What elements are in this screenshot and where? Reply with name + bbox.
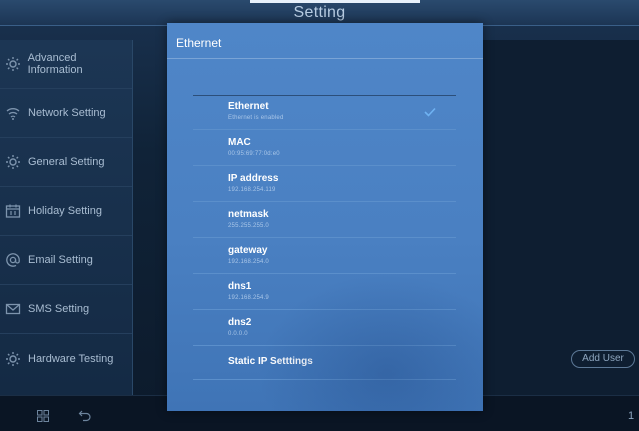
row-label: Ethernet — [228, 101, 269, 112]
gear-icon — [4, 55, 22, 73]
sidebar-item-general-setting[interactable]: General Setting — [0, 138, 132, 187]
gateway-row: gateway 192.168.254.0 — [193, 240, 456, 274]
sidebar-item-label: Network Setting — [28, 107, 106, 119]
sidebar-item-label: Advanced Information — [27, 52, 83, 76]
row-label: gateway — [228, 245, 268, 256]
row-value: 255.255.255.0 — [228, 223, 269, 229]
gear-icon — [4, 153, 22, 171]
checkmark-icon[interactable] — [424, 104, 436, 117]
dns1-row: dns1 192.168.254.9 — [193, 276, 456, 310]
row-value: Ethernet is enabled — [228, 115, 284, 121]
page-number: 1 — [628, 410, 635, 422]
back-icon[interactable] — [78, 408, 92, 422]
wifi-icon — [4, 104, 22, 122]
sidebar-item-label: Email Setting — [28, 254, 93, 266]
row-label: dns1 — [228, 281, 252, 292]
sidebar-item-label: SMS Setting — [28, 303, 90, 315]
netmask-row: netmask 255.255.255.0 — [193, 204, 456, 238]
settings-sidebar: Advanced Information Network Setting Gen… — [0, 40, 133, 395]
dialog-title: Ethernet — [176, 36, 222, 50]
calendar-icon — [4, 202, 22, 220]
row-value: 00:95:69:77:0d:e0 — [228, 151, 280, 157]
row-value: 0.0.0.0 — [228, 331, 248, 337]
sidebar-item-label: Hardware Testing — [28, 352, 114, 365]
row-value: 192.168.254.0 — [228, 259, 269, 265]
sidebar-item-hardware-testing[interactable]: Hardware Testing — [0, 334, 132, 383]
header-highlight — [250, 0, 420, 3]
ethernet-dialog: Ethernet Ethernet Ethernet is enabled MA… — [167, 23, 483, 411]
sidebar-item-advanced-information[interactable]: Advanced Information — [0, 40, 132, 89]
sidebar-item-sms-setting[interactable]: SMS Setting — [0, 285, 132, 334]
static-ip-divider — [193, 379, 456, 380]
dialog-title-divider — [167, 58, 483, 59]
dns2-row: dns2 0.0.0.0 — [193, 312, 456, 346]
mac-row: MAC 00:95:69:77:0d:e0 — [193, 132, 456, 166]
grid-menu-icon[interactable] — [37, 409, 49, 422]
sidebar-item-network-setting[interactable]: Network Setting — [0, 89, 132, 138]
row-value: 192.168.254.9 — [228, 295, 269, 301]
add-user-button[interactable]: Add User — [571, 350, 635, 368]
app-title: Setting — [293, 4, 346, 21]
row-label: IP address — [228, 173, 279, 184]
right-content-panel — [482, 40, 639, 395]
sidebar-item-email-setting[interactable]: Email Setting — [0, 236, 132, 285]
ip-address-row: IP address 192.168.254.119 — [193, 168, 456, 202]
envelope-icon — [4, 300, 22, 318]
row-label: netmask — [228, 209, 269, 220]
sidebar-item-holiday-setting[interactable]: Holiday Setting — [0, 187, 132, 236]
sidebar-item-label: General Setting — [28, 156, 105, 168]
gear-icon — [4, 350, 22, 368]
row-value: 192.168.254.119 — [228, 187, 276, 193]
sidebar-item-label: Holiday Setting — [28, 205, 102, 217]
static-ip-settings-button[interactable]: Static IP Setttings — [228, 356, 313, 367]
at-icon — [4, 251, 22, 269]
ethernet-toggle-row[interactable]: Ethernet Ethernet is enabled — [193, 96, 456, 130]
row-label: dns2 — [228, 317, 252, 328]
row-label: MAC — [228, 137, 251, 148]
